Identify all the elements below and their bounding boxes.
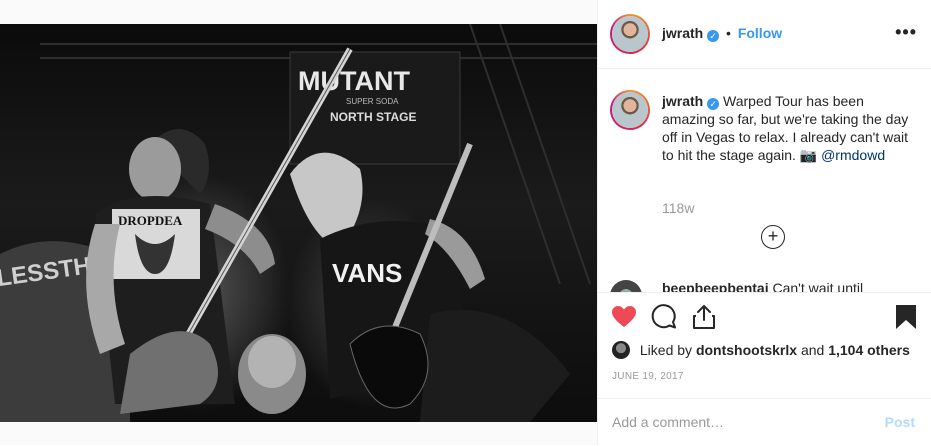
liker-avatar[interactable] xyxy=(612,341,630,359)
likes-count-link[interactable]: 1,104 others xyxy=(828,342,910,358)
caption-text: jwrath ✓ Warped Tour has been amazing so… xyxy=(662,92,914,164)
post-photo[interactable]: MUTANT SUPER SODA NORTH STAGE LESSTHA DR… xyxy=(0,24,597,422)
verified-badge-icon: ✓ xyxy=(707,30,720,42)
header-separator: • xyxy=(726,25,731,41)
comment-input[interactable] xyxy=(612,411,862,433)
comment-item: beepbeepbentai Can't wait until xyxy=(598,280,931,292)
stage-sign-brand: MUTANT xyxy=(298,66,410,96)
bookmark-filled-icon[interactable] xyxy=(892,303,920,331)
likes-summary: Liked by dontshootskrlx and 1,104 others xyxy=(612,341,910,359)
stage-sign-stage: NORTH STAGE xyxy=(330,110,416,124)
author-username[interactable]: jwrath xyxy=(662,25,703,41)
comment-icon[interactable] xyxy=(650,303,678,331)
comment-composer: Post xyxy=(598,398,931,446)
caption-mention-link[interactable]: @rmdowd xyxy=(821,147,885,163)
share-icon[interactable] xyxy=(690,303,718,331)
header-identity: jwrath ✓ • Follow xyxy=(662,25,782,42)
photo-illustration: MUTANT SUPER SODA NORTH STAGE LESSTHA DR… xyxy=(0,24,597,422)
likes-conjunction: and xyxy=(800,342,825,358)
load-more-comments-button[interactable]: + xyxy=(761,225,785,249)
comment-text: Can't wait until xyxy=(772,280,864,292)
stage-sign-sub: SUPER SODA xyxy=(346,97,399,106)
caption-time-ago[interactable]: 118w xyxy=(662,200,694,216)
post-media-pane: MUTANT SUPER SODA NORTH STAGE LESSTHA DR… xyxy=(0,0,597,445)
caption-avatar[interactable] xyxy=(610,90,650,130)
commenter-username[interactable]: beepbeepbentai xyxy=(662,280,769,292)
commenter-avatar[interactable] xyxy=(610,280,642,292)
follow-button[interactable]: Follow xyxy=(738,25,782,41)
likes-prefix: Liked by xyxy=(639,342,693,358)
verified-badge-icon: ✓ xyxy=(707,98,720,110)
post-sidebar: jwrath ✓ • Follow ••• jwrath ✓ Warped To… xyxy=(598,0,931,445)
heart-filled-icon[interactable] xyxy=(610,303,638,331)
shirt-text-left: DROPDEA xyxy=(118,213,183,228)
more-options-icon[interactable]: ••• xyxy=(895,22,917,43)
post-actions: Liked by dontshootskrlx and 1,104 others… xyxy=(598,292,931,403)
post-header: jwrath ✓ • Follow ••• xyxy=(598,0,931,69)
author-avatar[interactable] xyxy=(610,14,650,54)
post-comment-button[interactable]: Post xyxy=(885,414,915,430)
caption-username[interactable]: jwrath xyxy=(662,93,703,109)
shirt-text-right: VANS xyxy=(332,258,402,288)
post-date[interactable]: JUNE 19, 2017 xyxy=(612,371,684,382)
liker-username[interactable]: dontshootskrlx xyxy=(696,342,797,358)
